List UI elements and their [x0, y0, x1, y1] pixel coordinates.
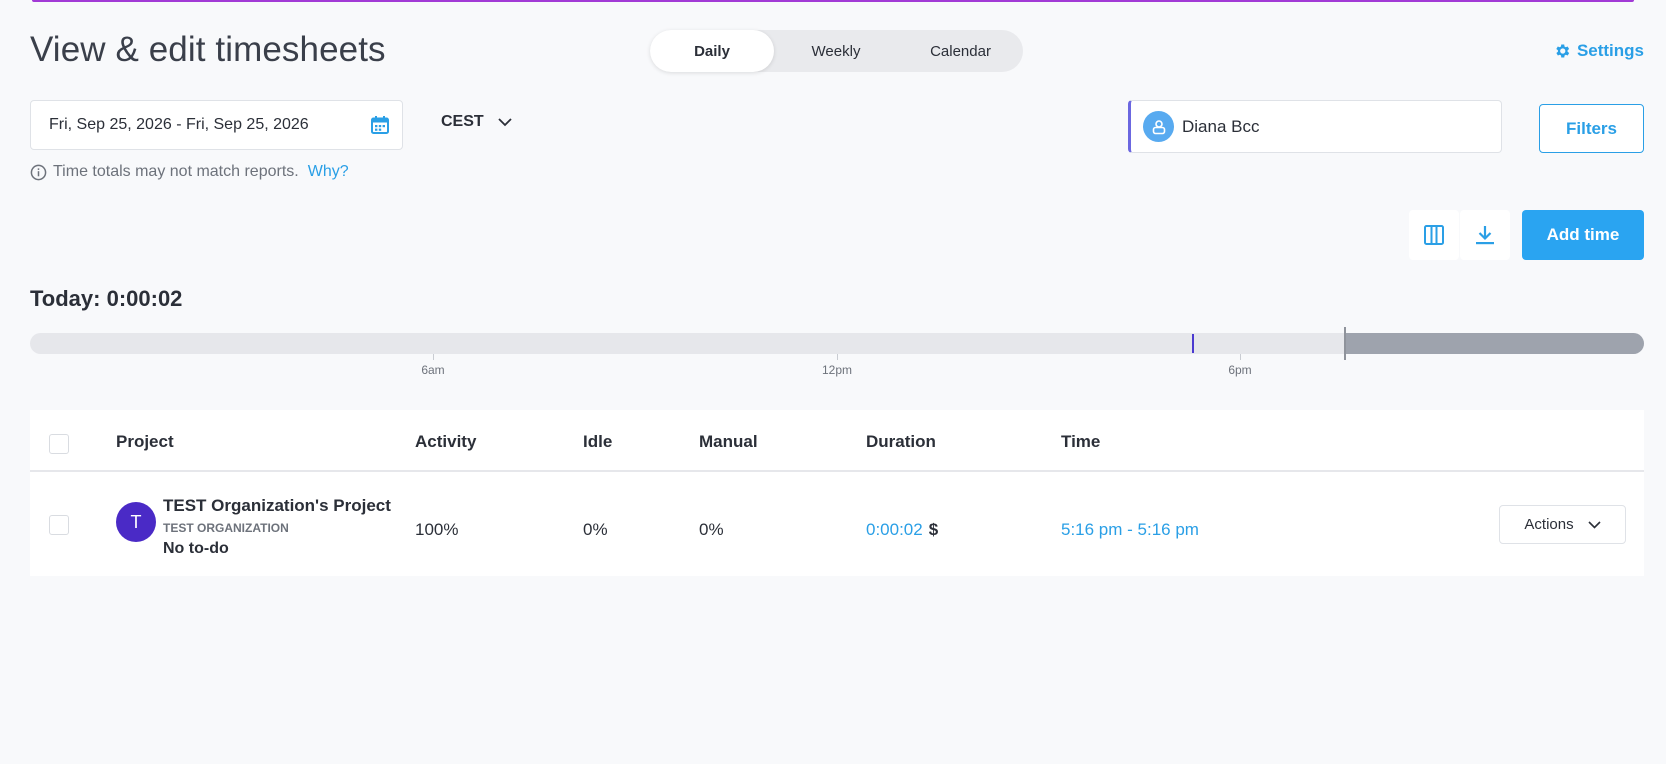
timezone-select[interactable]: CEST: [441, 113, 512, 131]
timeline-future-range: [1345, 333, 1644, 354]
duration-cell: 0:00:02 $: [866, 520, 938, 540]
columns-button[interactable]: [1409, 210, 1459, 260]
calendar-icon: [371, 116, 389, 134]
table-row: T TEST Organization's Project TEST ORGAN…: [30, 474, 1644, 576]
timeline-tick-label-12pm: 12pm: [821, 363, 853, 377]
user-name: Diana Bcc: [1182, 116, 1260, 136]
column-header-duration[interactable]: Duration: [866, 432, 936, 452]
timezone-value: CEST: [441, 113, 484, 130]
timeline-time-entry[interactable]: [1192, 334, 1194, 353]
filters-button[interactable]: Filters: [1539, 104, 1644, 153]
timeline-tick-label-6pm: 6pm: [1228, 363, 1252, 377]
timeline-tick: [837, 354, 838, 360]
download-icon: [1476, 226, 1494, 245]
date-range-value: Fri, Sep 25, 2026 - Fri, Sep 25, 2026: [49, 116, 309, 133]
duration-link[interactable]: 0:00:02: [866, 520, 923, 539]
timesheet-table: Project Activity Idle Manual Duration Ti…: [30, 410, 1644, 576]
chevron-down-icon: [1588, 520, 1601, 529]
view-switch: Daily Weekly Calendar: [650, 30, 1023, 72]
project-name: TEST Organization's Project: [163, 496, 391, 515]
column-header-project[interactable]: Project: [116, 432, 174, 452]
actions-dropdown[interactable]: Actions: [1499, 505, 1626, 544]
today-total: Today: 0:00:02: [30, 286, 183, 311]
row-checkbox[interactable]: [49, 515, 69, 535]
timeline-tick-label-6am: 6am: [421, 363, 445, 377]
organization-name: TEST ORGANIZATION: [163, 521, 289, 535]
tab-calendar[interactable]: Calendar: [898, 30, 1023, 72]
day-timeline: [30, 327, 1644, 360]
column-header-activity[interactable]: Activity: [415, 432, 476, 452]
chevron-down-icon: [498, 117, 512, 126]
add-time-button[interactable]: Add time: [1522, 210, 1644, 260]
timeline-current-time-marker: [1344, 327, 1346, 360]
timeline-tick: [1240, 354, 1241, 360]
actions-label: Actions: [1524, 516, 1574, 533]
top-accent-bar: [32, 0, 1634, 2]
settings-label: Settings: [1576, 41, 1644, 60]
time-range-link[interactable]: 5:16 pm - 5:16 pm: [1061, 520, 1199, 540]
manual-value: 0%: [699, 520, 724, 539]
column-header-idle[interactable]: Idle: [583, 432, 612, 452]
idle-value: 0%: [583, 520, 608, 539]
user-select[interactable]: Diana Bcc: [1128, 100, 1502, 153]
download-button[interactable]: [1460, 210, 1510, 260]
info-icon: [30, 164, 47, 180]
column-header-manual[interactable]: Manual: [699, 432, 758, 452]
billable-dollar-icon: $: [928, 520, 939, 539]
page-title: View & edit timesheets: [30, 30, 386, 69]
date-range-picker[interactable]: Fri, Sep 25, 2026 - Fri, Sep 25, 2026: [30, 100, 403, 150]
select-all-checkbox[interactable]: [49, 434, 69, 454]
user-avatar-icon: [1143, 111, 1174, 142]
activity-value: 100%: [415, 520, 459, 539]
why-link[interactable]: Why?: [308, 163, 349, 181]
column-header-time[interactable]: Time: [1061, 432, 1100, 452]
timeline-tick: [433, 354, 434, 360]
tab-weekly[interactable]: Weekly: [774, 30, 898, 72]
note-text: Time totals may not match reports.: [53, 163, 299, 180]
gear-icon: [1556, 44, 1570, 58]
project-avatar: T: [116, 502, 156, 542]
table-header: Project Activity Idle Manual Duration Ti…: [30, 410, 1644, 472]
settings-link[interactable]: Settings: [1553, 41, 1644, 61]
tab-daily[interactable]: Daily: [650, 30, 774, 72]
todo-label: No to-do: [163, 540, 229, 557]
totals-note: Time totals may not match reports. Why?: [30, 163, 349, 181]
columns-icon: [1424, 225, 1444, 245]
